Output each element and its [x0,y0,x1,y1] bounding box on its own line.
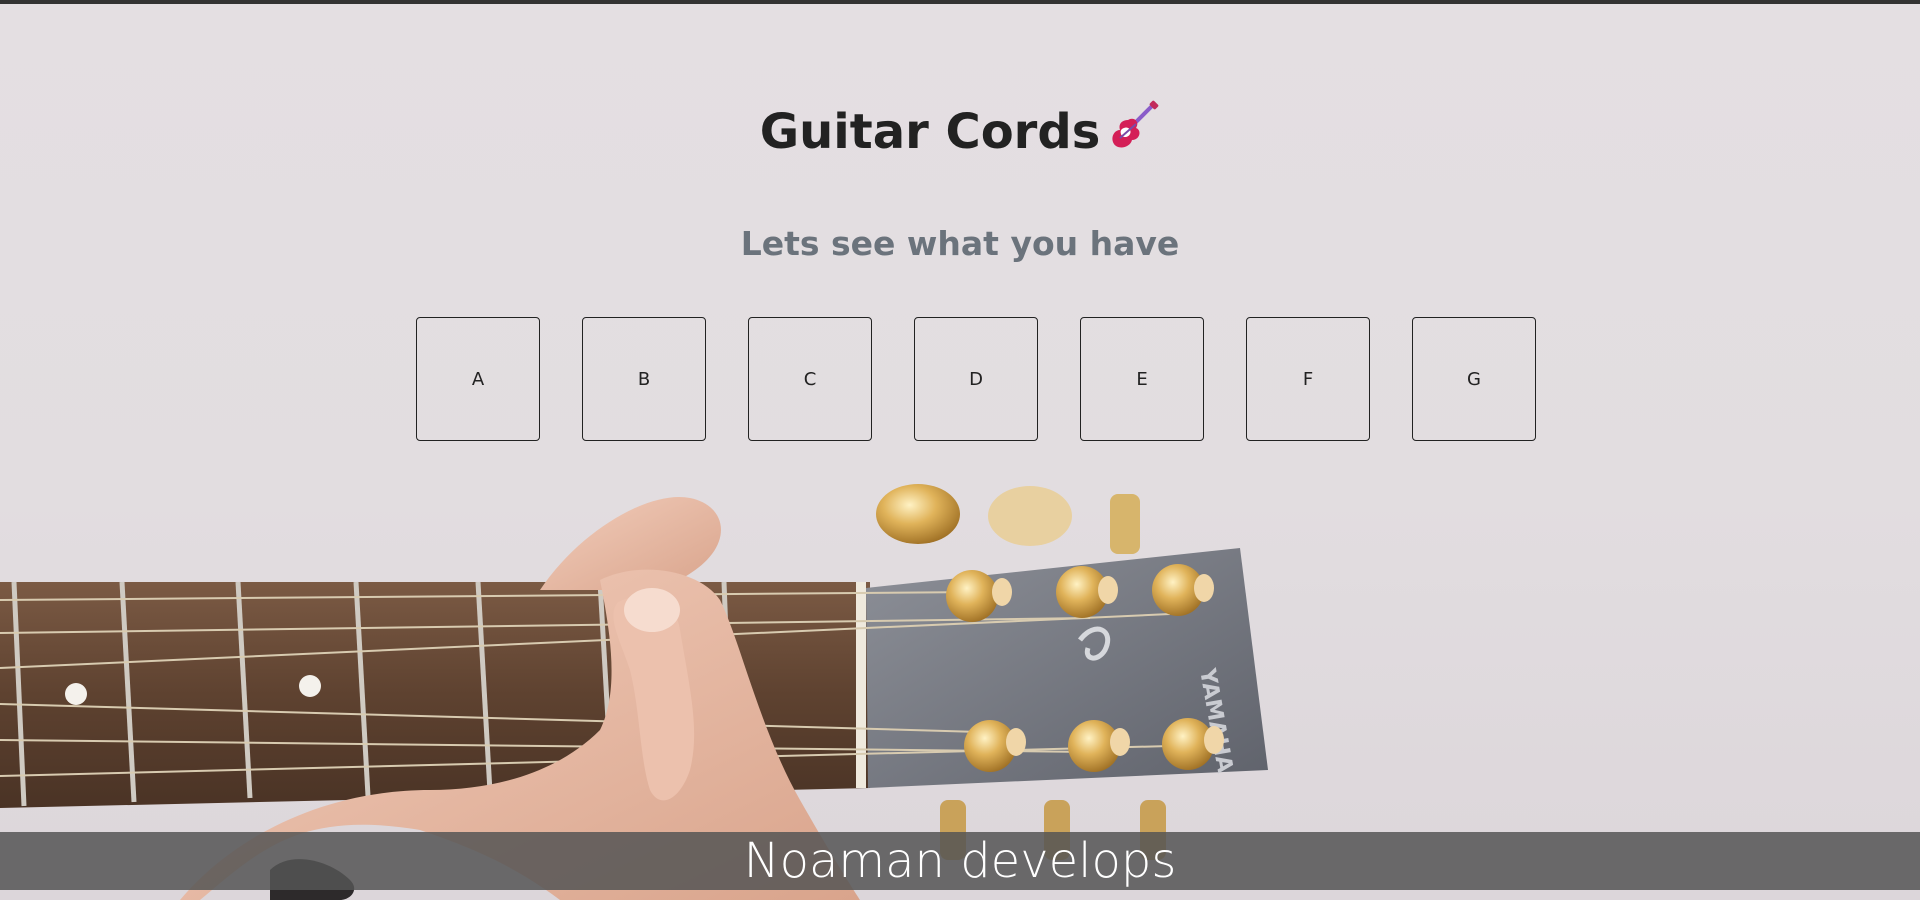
chord-a-button[interactable]: A [416,317,540,441]
footer-banner: Noaman develops [0,832,1920,890]
page-subtitle: Lets see what you have [740,224,1180,263]
chord-c-button[interactable]: C [748,317,872,441]
page-title: Guitar Cords [0,100,1920,164]
chord-button-row: A B C D E F G [416,317,1536,441]
chord-g-button[interactable]: G [1412,317,1536,441]
chord-d-button[interactable]: D [914,317,1038,441]
guitar-icon [1100,100,1160,164]
top-border [0,0,1920,4]
chord-f-button[interactable]: F [1246,317,1370,441]
page-title-text: Guitar Cords [759,104,1101,160]
chord-e-button[interactable]: E [1080,317,1204,441]
chord-b-button[interactable]: B [582,317,706,441]
